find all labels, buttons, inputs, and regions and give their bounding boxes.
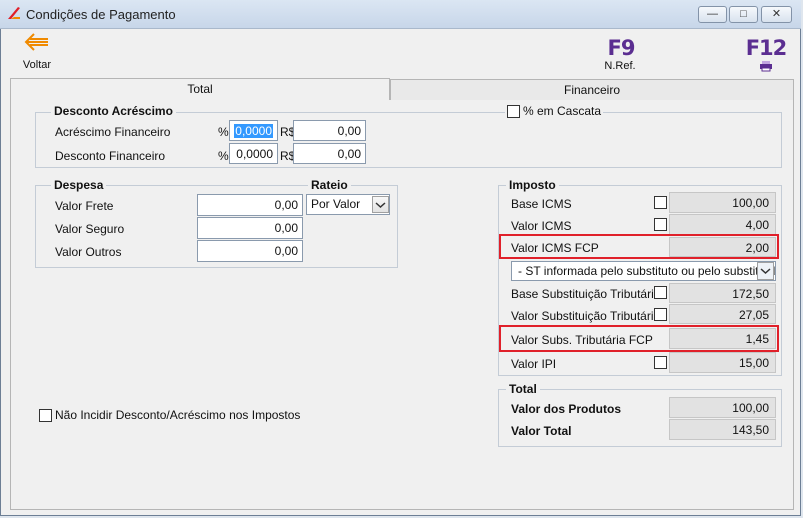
app-logo-icon (8, 7, 20, 19)
produtos-value: 100,00 (669, 397, 776, 418)
tab-total-label: Total (187, 82, 213, 96)
nao-incidir-checkbox[interactable] (39, 408, 52, 422)
base-icms-label: Base ICMS (511, 197, 572, 211)
chevron-down-icon (760, 268, 771, 275)
outros-label: Valor Outros (55, 245, 122, 259)
valor-total-value: 143,50 (669, 419, 776, 440)
desconto-fin-label: Desconto Financeiro (55, 149, 166, 163)
imposto-title: Imposto (506, 178, 559, 192)
tab-financeiro-label: Financeiro (563, 83, 621, 97)
valor-icms-label: Valor ICMS (511, 219, 572, 233)
f12-button[interactable]: F12 (742, 36, 790, 74)
st-select-value: - ST informada pelo substituto ou pelo s… (518, 264, 776, 278)
base-st-value: 172,50 (669, 283, 776, 303)
rateio-title: Rateio (308, 178, 351, 192)
icms-fcp-value: 2,00 (669, 237, 776, 257)
valor-st-value: 27,05 (669, 304, 776, 324)
cascata-checkbox-row[interactable]: % em Cascata (505, 104, 604, 118)
acrescimo-pct-symbol: % (218, 125, 229, 139)
cascata-label: % em Cascata (523, 104, 602, 118)
rateio-dropdown-button[interactable] (372, 196, 389, 213)
icms-fcp-label: Valor ICMS FCP (511, 241, 599, 255)
valor-icms-value: 4,00 (669, 214, 776, 235)
nao-incidir-checkbox-row[interactable]: Não Incidir Desconto/Acréscimo nos Impos… (39, 408, 300, 422)
printer-icon (760, 61, 772, 72)
maximize-button[interactable]: □ (729, 6, 758, 23)
nao-incidir-label: Não Incidir Desconto/Acréscimo nos Impos… (55, 408, 301, 422)
base-icms-value: 100,00 (669, 192, 776, 213)
desconto-value-input[interactable]: 0,00 (293, 143, 366, 164)
back-button[interactable]: Voltar (16, 32, 58, 72)
rateio-select-value: Por Valor (311, 197, 361, 211)
seguro-input[interactable]: 0,00 (197, 217, 303, 239)
valor-total-label: Valor Total (511, 424, 572, 438)
st-dropdown-button[interactable] (757, 262, 774, 280)
acrescimo-value-input[interactable]: 0,00 (293, 120, 366, 141)
maximize-icon: □ (740, 8, 747, 20)
desconto-pct-input[interactable]: 0,0000 (229, 143, 278, 164)
base-icms-checkbox[interactable] (654, 196, 667, 209)
f12-key-label: F12 (745, 36, 788, 60)
total-title: Total (506, 382, 540, 396)
close-button[interactable]: ✕ (761, 6, 792, 23)
f9-label: N.Ref. (604, 60, 636, 72)
close-icon: ✕ (771, 8, 782, 20)
minimize-button[interactable]: — (698, 6, 727, 23)
back-label: Voltar (22, 59, 52, 71)
outros-input[interactable]: 0,00 (197, 240, 303, 262)
subs-fcp-label: Valor Subs. Tributária FCP (511, 333, 653, 347)
seguro-label: Valor Seguro (55, 222, 125, 236)
acrescimo-label: Acréscimo Financeiro (55, 125, 171, 139)
frete-input[interactable]: 0,00 (197, 194, 303, 216)
frete-label: Valor Frete (55, 199, 114, 213)
subs-fcp-value: 1,45 (669, 328, 776, 349)
despesa-title: Despesa (51, 178, 107, 192)
f9-button[interactable]: F9 N.Ref. (596, 36, 644, 74)
base-st-label: Base Substituição Tributária (511, 287, 661, 301)
tab-total[interactable]: Total (10, 78, 390, 101)
st-select[interactable]: - ST informada pelo substituto ou pelo s… (511, 261, 776, 281)
ipi-label: Valor IPI (511, 357, 557, 371)
f9-key-label: F9 (607, 36, 636, 60)
valor-st-checkbox[interactable] (654, 308, 667, 321)
ipi-value: 15,00 (669, 352, 776, 373)
acrescimo-pct-input[interactable]: 0,0000 (229, 120, 278, 141)
produtos-label: Valor dos Produtos (511, 402, 622, 416)
minimize-icon: — (707, 8, 718, 20)
ipi-checkbox[interactable] (654, 356, 667, 369)
chevron-down-icon (375, 202, 386, 209)
base-st-checkbox[interactable] (654, 286, 667, 299)
desconto-pct-symbol: % (218, 149, 229, 163)
window-title: Condições de Pagamento (26, 7, 176, 22)
back-arrow-icon (24, 33, 48, 51)
tab-financeiro[interactable]: Financeiro (390, 79, 794, 101)
desconto-title: Desconto Acréscimo (51, 104, 176, 118)
valor-st-label: Valor Substituição Tributária (511, 309, 661, 323)
cascata-checkbox[interactable] (507, 104, 520, 118)
valor-icms-checkbox[interactable] (654, 218, 667, 231)
